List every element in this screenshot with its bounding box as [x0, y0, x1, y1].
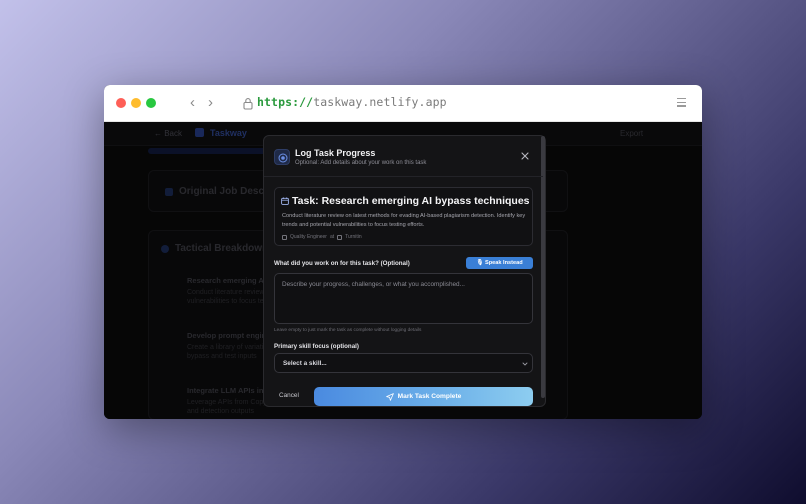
- mark-task-complete-label: Mark Task Complete: [397, 393, 462, 400]
- task-summary-card: Task: Research emerging AI bypass techni…: [274, 187, 533, 246]
- role-label: Quality Engineer: [290, 234, 327, 240]
- skill-select-value: Select a skill...: [283, 360, 327, 367]
- modal-subtitle: Optional: Add details about your work on…: [295, 160, 427, 166]
- chevron-down-icon: [522, 362, 528, 366]
- helper-text: Leave empty to just mark the task as com…: [274, 328, 422, 333]
- calendar-icon: [281, 197, 289, 205]
- url-protocol: https://: [257, 95, 314, 109]
- work-field-label: What did you work on for this task? (Opt…: [274, 260, 410, 267]
- target-icon: [274, 149, 290, 165]
- briefcase-icon: [282, 234, 287, 240]
- browser-toolbar: ‹ › https://taskway.netlify.app: [104, 85, 702, 122]
- url-host: taskway.netlify.app: [313, 95, 447, 109]
- close-icon[interactable]: [520, 151, 530, 161]
- maximize-window-button[interactable]: [146, 98, 156, 108]
- task-meta: Quality Engineer at Turnitin: [282, 234, 362, 240]
- send-icon: [385, 392, 394, 401]
- hamburger-menu-icon[interactable]: [677, 98, 686, 107]
- page-content: ← Back Taskway Export Original Job Descr…: [104, 122, 702, 419]
- cancel-button[interactable]: Cancel: [279, 392, 299, 399]
- task-title: Task: Research emerging AI bypass techni…: [292, 195, 530, 207]
- header-divider: [264, 176, 543, 177]
- meta-separator: at: [329, 234, 335, 240]
- company-label: Turnitin: [345, 234, 362, 240]
- skill-field-label: Primary skill focus (optional): [274, 343, 359, 350]
- modal-title: Log Task Progress: [295, 148, 376, 158]
- speak-instead-label: 🎙 Speak Instead: [476, 260, 523, 266]
- mark-task-complete-button[interactable]: Mark Task Complete: [314, 387, 533, 406]
- textarea-placeholder: Describe your progress, challenges, or w…: [282, 281, 465, 288]
- progress-textarea[interactable]: Describe your progress, challenges, or w…: [274, 273, 533, 324]
- browser-window: ‹ › https://taskway.netlify.app ← Back T…: [104, 85, 702, 419]
- lock-icon: [243, 98, 253, 110]
- skill-select[interactable]: Select a skill...: [274, 353, 533, 373]
- forward-arrow-icon[interactable]: ›: [208, 94, 213, 112]
- task-description: Conduct literature review on latest meth…: [282, 213, 526, 228]
- address-bar[interactable]: https://taskway.netlify.app: [257, 95, 447, 109]
- close-window-button[interactable]: [116, 98, 126, 108]
- back-arrow-icon[interactable]: ‹: [190, 94, 195, 112]
- speak-instead-button[interactable]: 🎙 Speak Instead: [466, 257, 533, 269]
- log-task-progress-dialog: Log Task Progress Optional: Add details …: [263, 135, 546, 407]
- building-icon: [337, 234, 343, 240]
- minimize-window-button[interactable]: [131, 98, 141, 108]
